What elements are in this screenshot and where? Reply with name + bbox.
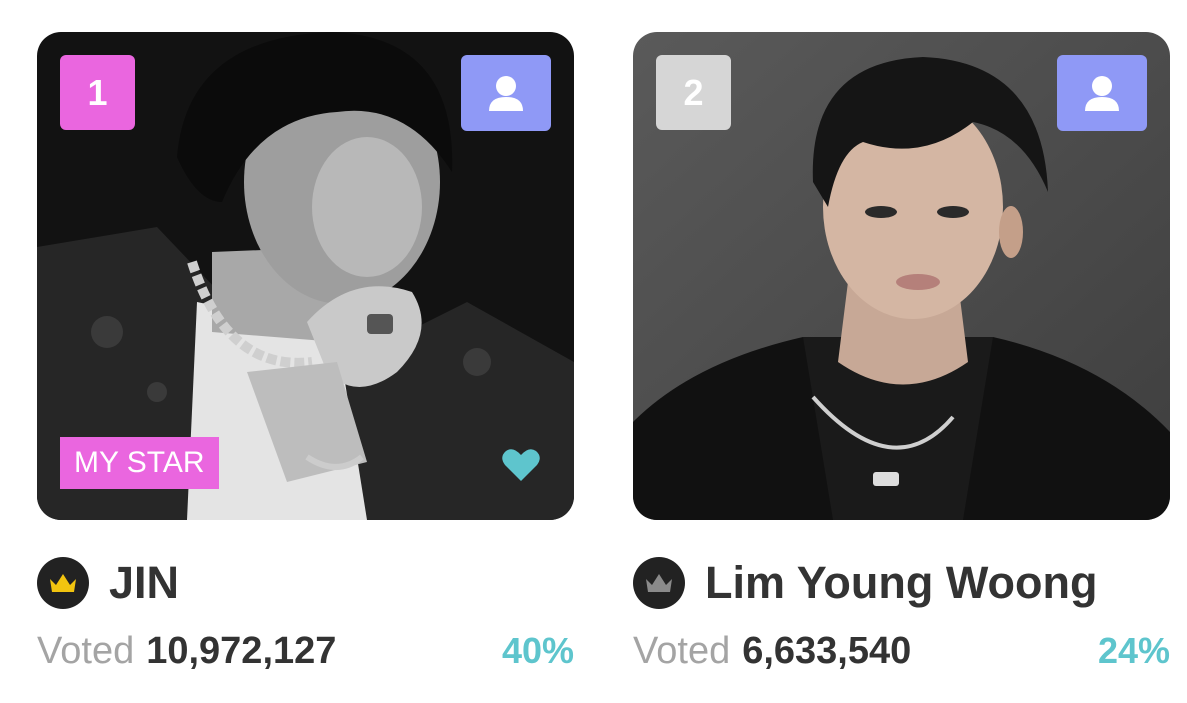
vote-percent: 40% bbox=[501, 630, 574, 671]
crown-icon bbox=[50, 574, 76, 592]
candidate-photo[interactable]: 2 bbox=[633, 32, 1170, 520]
vote-percent: 24% bbox=[1097, 630, 1170, 671]
candidate-card-2[interactable]: 2 Lim Young Woong Voted 6,633,540 24% bbox=[633, 32, 1170, 673]
name-row: Lim Young Woong bbox=[633, 556, 1170, 610]
person-icon bbox=[489, 76, 523, 111]
candidate-name: JIN bbox=[109, 557, 180, 608]
candidate-name: Lim Young Woong bbox=[705, 557, 1098, 608]
vote-row: Voted 10,972,127 40% bbox=[37, 630, 574, 673]
voted-label: Voted bbox=[633, 630, 731, 672]
vote-count: 6,633,540 bbox=[742, 630, 912, 672]
rank-badge: 1 bbox=[60, 55, 135, 130]
vote-count: 10,972,127 bbox=[146, 630, 337, 672]
rank-badge: 2 bbox=[656, 55, 731, 130]
crown-badge bbox=[633, 557, 685, 609]
candidate-photo[interactable]: 1 MY STAR bbox=[37, 32, 574, 520]
vote-row: Voted 6,633,540 24% bbox=[633, 630, 1170, 673]
profile-button[interactable] bbox=[461, 55, 551, 131]
crown-badge bbox=[37, 557, 89, 609]
voted-label: Voted bbox=[37, 630, 135, 672]
my-star-badge: MY STAR bbox=[60, 437, 219, 489]
person-icon bbox=[1085, 76, 1119, 111]
candidate-card-1[interactable]: 1 MY STAR JIN Voted 10,972,127 40% bbox=[37, 32, 574, 673]
crown-icon bbox=[646, 574, 672, 592]
heart-icon[interactable] bbox=[501, 447, 541, 483]
name-row: JIN bbox=[37, 556, 574, 610]
profile-button[interactable] bbox=[1057, 55, 1147, 131]
